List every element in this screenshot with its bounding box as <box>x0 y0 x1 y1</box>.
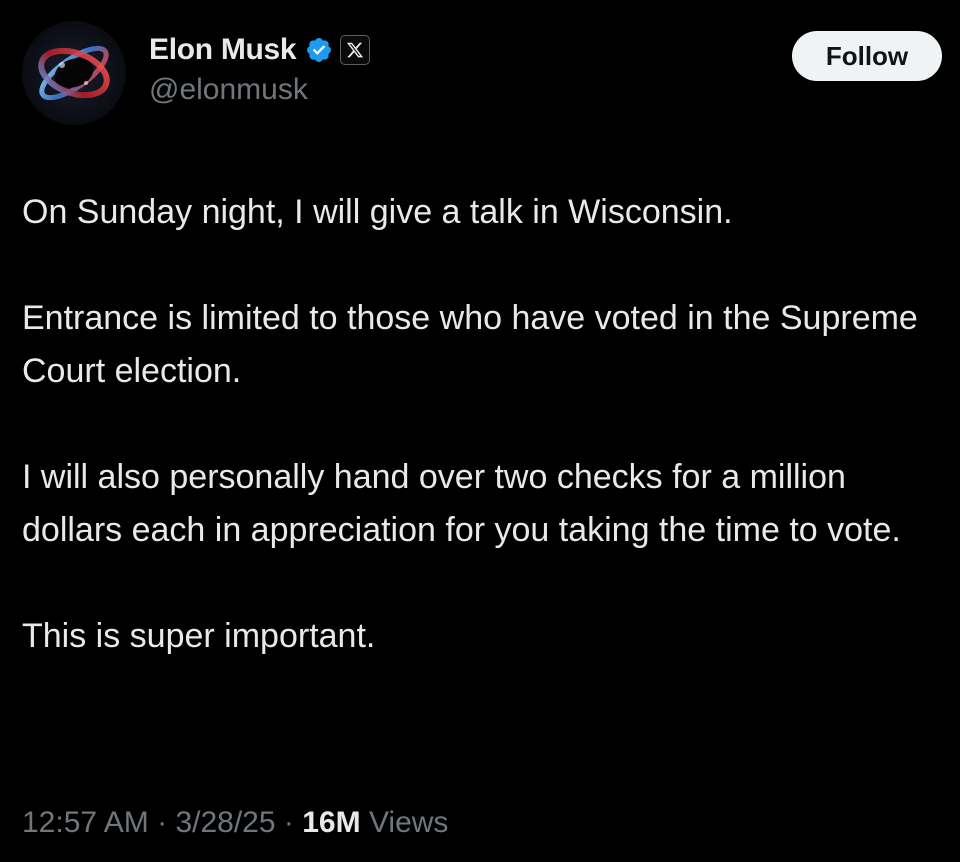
tweet-date[interactable]: 3/28/25 <box>175 806 275 839</box>
tweet-meta: 12:57 AM · 3/28/25 · 16M Views <box>22 806 448 840</box>
tweet-card: Elon Musk @elonmusk Follow On Sunday nig… <box>0 0 960 862</box>
tweet-text: On Sunday night, I will give a talk in W… <box>22 186 942 663</box>
verified-badge-icon[interactable] <box>305 36 333 64</box>
tweet-paragraph: This is super important. <box>22 617 376 655</box>
tweet-paragraph: I will also personally hand over two che… <box>22 458 901 549</box>
tweet-paragraph: On Sunday night, I will give a talk in W… <box>22 193 733 231</box>
follow-button[interactable]: Follow <box>792 31 942 81</box>
author-names: Elon Musk @elonmusk <box>149 28 371 108</box>
tweet-paragraph: Entrance is limited to those who have vo… <box>22 299 918 390</box>
author-handle[interactable]: @elonmusk <box>149 72 370 108</box>
avatar-image <box>22 21 126 125</box>
tweet-time[interactable]: 12:57 AM <box>22 806 149 839</box>
name-row: Elon Musk <box>149 28 371 72</box>
avatar[interactable] <box>22 21 126 125</box>
meta-separator: · <box>157 806 168 839</box>
meta-separator: · <box>283 806 294 839</box>
views-label: Views <box>368 806 449 839</box>
views-count[interactable]: 16M <box>302 806 360 839</box>
x-logo-icon[interactable] <box>340 35 371 65</box>
author-display-name[interactable]: Elon Musk <box>149 33 297 67</box>
tweet-header: Elon Musk @elonmusk Follow <box>22 18 942 128</box>
